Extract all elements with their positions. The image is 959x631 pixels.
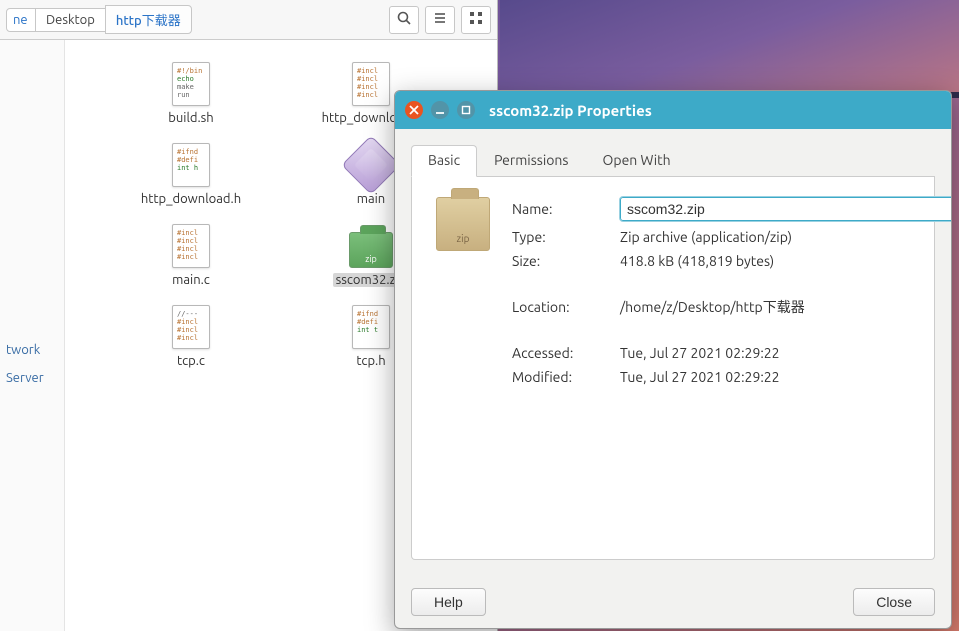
value-type: Zip archive (application/zip) — [620, 229, 952, 245]
label-size: Size: — [512, 253, 602, 269]
source-file-icon: #incl#incl#incl#incl — [167, 222, 215, 270]
tab-content-basic: Name: Type: Zip archive (application/zip… — [411, 177, 935, 560]
value-location: /home/z/Desktop/http下载器 — [620, 297, 952, 317]
label-name: Name: — [512, 201, 602, 217]
breadcrumb-current[interactable]: http下载器 — [105, 5, 192, 34]
label-location: Location: — [512, 299, 602, 315]
breadcrumb-home[interactable]: ne — [6, 8, 36, 32]
tab-row: Basic Permissions Open With — [411, 145, 935, 177]
file-item[interactable]: #incl#incl#incl#incl main.c — [111, 220, 271, 289]
maximize-icon — [461, 102, 471, 118]
script-file-icon: #!/binechomakerun — [167, 60, 215, 108]
minimize-icon — [435, 102, 445, 118]
file-item[interactable]: //---#incl#incl#incl tcp.c — [111, 301, 271, 370]
value-accessed: Tue, Jul 27 2021 02:29:22 — [620, 345, 952, 361]
value-modified: Tue, Jul 27 2021 02:29:22 — [620, 369, 952, 385]
value-size: 418.8 kB (418,819 bytes) — [620, 253, 952, 269]
help-button[interactable]: Help — [411, 588, 486, 616]
file-label: tcp.h — [356, 354, 385, 368]
sidebar-item-server[interactable]: Server — [0, 368, 64, 388]
tab-basic[interactable]: Basic — [411, 145, 477, 177]
executable-icon — [347, 141, 395, 189]
close-icon — [409, 102, 419, 118]
breadcrumb-desktop[interactable]: Desktop — [35, 8, 106, 32]
window-close-button[interactable] — [405, 101, 423, 119]
file-item[interactable]: #ifnd#defiint h http_download.h — [111, 139, 271, 208]
menu-button[interactable] — [425, 6, 455, 34]
search-button[interactable] — [389, 6, 419, 34]
desktop-background — [500, 0, 959, 98]
header-file-icon: #ifnd#defiint h — [167, 141, 215, 189]
name-input[interactable] — [620, 197, 952, 221]
file-manager-toolbar: ne Desktop http下载器 — [0, 0, 497, 40]
breadcrumb: ne Desktop http下载器 — [6, 5, 192, 34]
file-label: main — [357, 192, 385, 206]
sidebar: twork Server — [0, 40, 65, 631]
window-minimize-button[interactable] — [431, 101, 449, 119]
file-label: http_download.h — [141, 192, 241, 206]
file-label: main.c — [172, 273, 210, 287]
dialog-title: sscom32.zip Properties — [489, 102, 652, 119]
file-label: tcp.c — [177, 354, 205, 368]
grid-icon — [468, 10, 484, 29]
close-button[interactable]: Close — [853, 588, 935, 616]
file-label: build.sh — [168, 111, 213, 125]
dialog-titlebar[interactable]: sscom32.zip Properties — [395, 91, 951, 129]
properties-dialog: sscom32.zip Properties Basic Permissions… — [394, 90, 952, 629]
label-type: Type: — [512, 229, 602, 245]
dialog-footer: Help Close — [395, 576, 951, 628]
sidebar-item-network[interactable]: twork — [0, 340, 64, 360]
tab-openwith[interactable]: Open With — [586, 145, 688, 177]
file-item[interactable]: #!/binechomakerun build.sh — [111, 58, 271, 127]
header-file-icon: #ifnd#defiint t — [347, 303, 395, 351]
label-accessed: Accessed: — [512, 345, 602, 361]
archive-icon — [347, 222, 395, 270]
label-modified: Modified: — [512, 369, 602, 385]
search-icon — [396, 10, 412, 29]
hamburger-icon — [432, 10, 448, 29]
source-file-icon: #incl#incl#incl#incl — [347, 60, 395, 108]
source-file-icon: //---#incl#incl#incl — [167, 303, 215, 351]
archive-icon — [436, 197, 490, 251]
view-grid-button[interactable] — [461, 6, 491, 34]
tab-permissions[interactable]: Permissions — [477, 145, 585, 177]
window-maximize-button[interactable] — [457, 101, 475, 119]
